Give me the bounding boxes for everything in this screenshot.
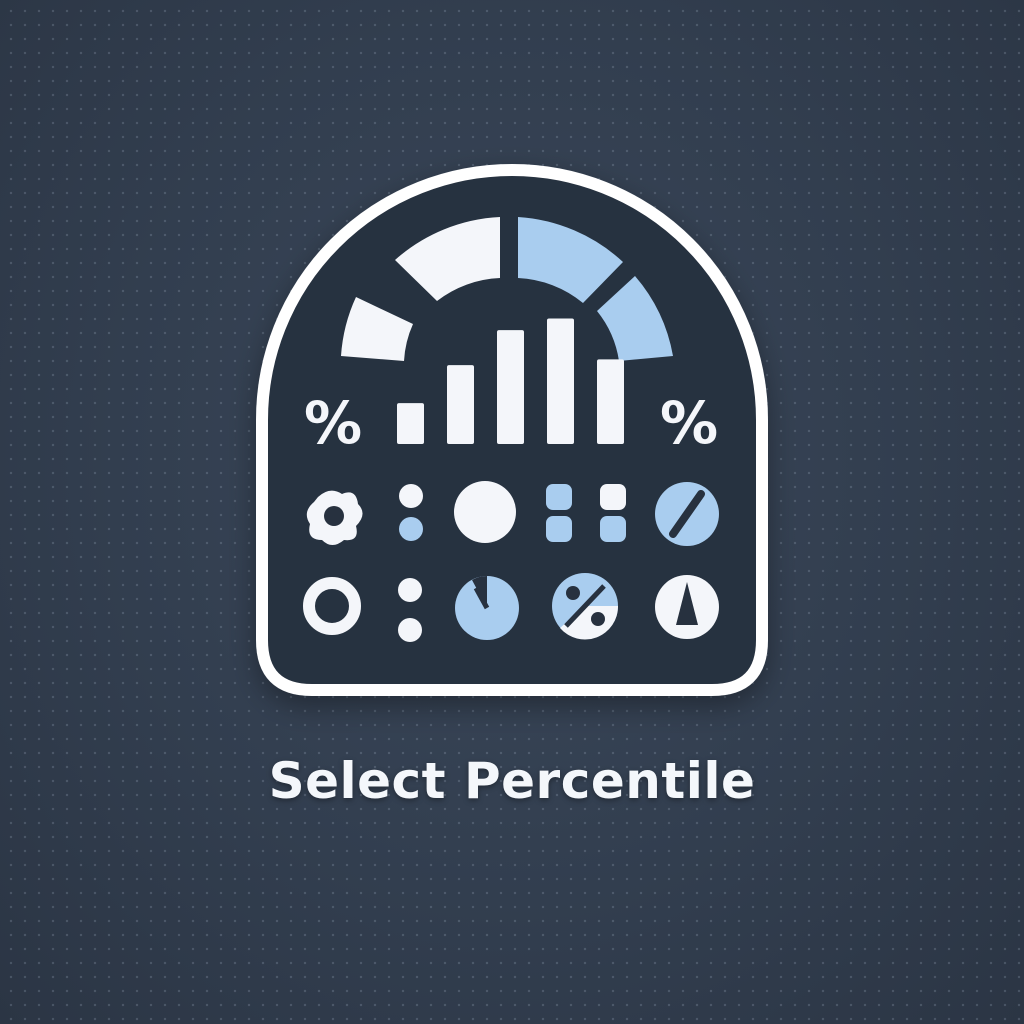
triangle-icon[interactable] — [655, 575, 719, 639]
bar-4 — [547, 318, 574, 444]
bar-1 — [397, 403, 424, 444]
bar-3 — [497, 330, 524, 444]
percent-icon-left: % — [304, 389, 362, 457]
bar-2 — [447, 365, 474, 444]
percentile-badge[interactable]: % % — [0, 0, 1024, 1024]
slash-circle-icon[interactable] — [655, 482, 719, 546]
select-percentile-label: Select Percentile — [268, 752, 756, 810]
app-screen: % % Select Percentile — [0, 0, 1024, 1024]
pie-icon[interactable] — [455, 576, 519, 640]
circle-icon[interactable] — [454, 481, 516, 543]
bar-5 — [597, 359, 624, 444]
percent-icon-right: % — [660, 389, 718, 457]
percent-pie-icon[interactable] — [552, 573, 619, 640]
